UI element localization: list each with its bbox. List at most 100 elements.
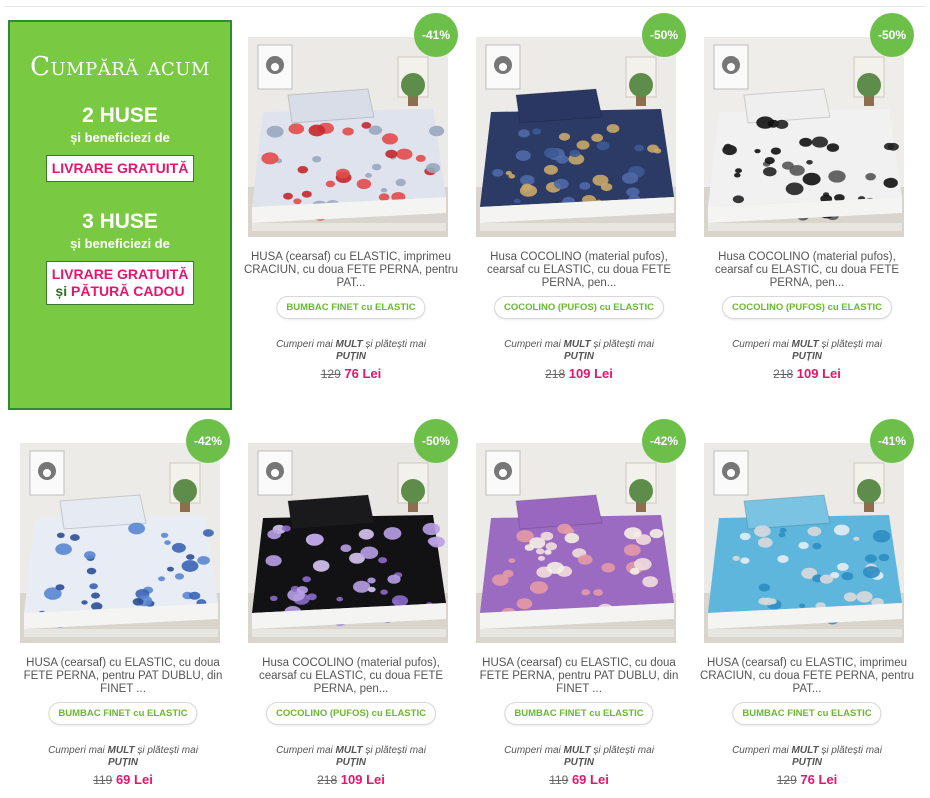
product-image[interactable] [248, 37, 448, 237]
discount-badge: -42% [186, 419, 230, 463]
price: 218 109 Lei [248, 772, 454, 788]
discount-badge: -50% [642, 13, 686, 57]
product-title-link[interactable]: HUSA (cearsaf) cu ELASTIC, imprimeu CRAC… [698, 657, 916, 696]
compare-part-b: MULT [563, 745, 591, 756]
product-title-link[interactable]: HUSA (cearsaf) cu ELASTIC, imprimeu CRAC… [242, 251, 460, 290]
discount-badge: -41% [414, 13, 458, 57]
old-price: 129 [320, 367, 341, 381]
new-price: 76 Lei [800, 772, 838, 787]
promo-compare-text: Cumperi mai MULT și plătești mai PUȚIN [20, 745, 226, 769]
old-price: 218 [545, 367, 566, 381]
compare-part-d: PUȚIN [108, 757, 138, 768]
offer2-pill: LIVRARE GRATUITĂ și PĂTURĂ CADOU [45, 261, 195, 305]
product-card[interactable]: -41% HUSA (cearsaf) cu ELASTIC, imprimeu … [244, 13, 458, 387]
old-price: 119 [93, 773, 113, 787]
discount-badge: -41% [870, 419, 914, 463]
compare-part-a: Cumperi mai [732, 745, 792, 756]
compare-part-a: Cumperi mai [276, 339, 336, 350]
new-price: 109 Lei [796, 366, 841, 381]
material-tag: COCOLINO (PUFOS) cu ELASTIC [266, 702, 436, 725]
material-tag: BUMBAC FINET cu ELASTIC [504, 702, 654, 725]
offer1-subtitle: și beneficiezi de [70, 130, 170, 145]
compare-part-d: PUȚIN [564, 351, 594, 362]
new-price: 76 Lei [344, 366, 382, 381]
price: 218 109 Lei [476, 366, 682, 382]
compare-part-d: PUȚIN [336, 351, 366, 362]
product-card[interactable]: -50% Husa COCOLINO (material pufos), cear… [248, 419, 458, 793]
promo-compare-text: Cumperi mai MULT și plătești mai PUȚIN [248, 339, 454, 363]
offer1-pill: LIVRARE GRATUITĂ [45, 155, 195, 182]
promo-heading: Cumpără acum [30, 52, 210, 82]
offer1-title: 2 HUSE [82, 104, 158, 127]
compare-part-a: Cumperi mai [732, 339, 792, 350]
product-title-link[interactable]: Husa COCOLINO (material pufos), cearsaf … [242, 657, 460, 696]
compare-part-c: și plătești mai [362, 745, 426, 756]
new-price: 109 Lei [568, 366, 613, 381]
promo-compare-text: Cumperi mai MULT și plătești mai PUȚIN [476, 339, 682, 363]
compare-part-b: MULT [335, 339, 363, 350]
offer2-pill-join: și [55, 283, 71, 299]
promo-compare-text: Cumperi mai MULT și plătești mai PUȚIN [704, 339, 910, 363]
product-image[interactable] [704, 443, 904, 643]
offer1-pill-text: LIVRARE GRATUITĂ [51, 160, 189, 176]
compare-part-d: PUȚIN [564, 757, 594, 768]
compare-part-b: MULT [335, 745, 363, 756]
promo-banner[interactable]: Cumpără acum 2 HUSE și beneficiezi de LI… [8, 20, 232, 410]
product-title-link[interactable]: HUSA (cearsaf) cu ELASTIC, cu doua FETE … [14, 657, 232, 696]
new-price: 109 Lei [340, 772, 385, 787]
compare-part-b: MULT [791, 745, 819, 756]
offer2-pill-line2: PĂTURĂ CADOU [71, 283, 185, 299]
compare-part-d: PUȚIN [792, 351, 822, 362]
compare-part-c: și plătești mai [590, 745, 654, 756]
new-price: 69 Lei [115, 772, 153, 787]
product-image[interactable] [248, 443, 448, 643]
price: 119 69 Lei [476, 772, 682, 788]
price: 218 109 Lei [704, 366, 910, 382]
product-image[interactable] [20, 443, 220, 643]
offer2-pill-line1: LIVRARE GRATUITĂ [51, 266, 189, 282]
offer2-title: 3 HUSE [82, 210, 158, 233]
price: 129 76 Lei [704, 772, 910, 788]
promo-compare-text: Cumperi mai MULT și plătești mai PUȚIN [248, 745, 454, 769]
old-price: 218 [773, 367, 794, 381]
compare-part-c: și plătești mai [818, 745, 882, 756]
product-title-link[interactable]: HUSA (cearsaf) cu ELASTIC, cu doua FETE … [470, 657, 688, 696]
compare-part-b: MULT [563, 339, 591, 350]
product-card[interactable]: -50% Husa COCOLINO (material pufos), cear… [476, 13, 686, 387]
product-image[interactable] [476, 443, 676, 643]
product-title-link[interactable]: Husa COCOLINO (material pufos), cearsaf … [698, 251, 916, 290]
compare-part-c: și plătești mai [362, 339, 426, 350]
old-price: 119 [549, 773, 569, 787]
material-tag: BUMBAC FINET cu ELASTIC [48, 702, 198, 725]
price: 119 69 Lei [20, 772, 226, 788]
product-card[interactable]: -42% HUSA (cearsaf) cu ELASTIC, cu doua F… [476, 419, 686, 793]
material-tag: COCOLINO (PUFOS) cu ELASTIC [494, 296, 664, 319]
discount-badge: -42% [642, 419, 686, 463]
material-tag: BUMBAC FINET cu ELASTIC [732, 702, 882, 725]
discount-badge: -50% [414, 419, 458, 463]
price: 129 76 Lei [248, 366, 454, 382]
compare-part-a: Cumperi mai [276, 745, 336, 756]
product-card[interactable]: -42% HUSA (cearsaf) cu ELASTIC, cu doua F… [20, 419, 230, 793]
old-price: 129 [776, 773, 797, 787]
old-price: 218 [317, 773, 338, 787]
product-title-link[interactable]: Husa COCOLINO (material pufos), cearsaf … [470, 251, 688, 290]
compare-part-b: MULT [107, 745, 135, 756]
compare-part-b: MULT [791, 339, 819, 350]
compare-part-d: PUȚIN [336, 757, 366, 768]
top-divider [4, 6, 926, 7]
material-tag: BUMBAC FINET cu ELASTIC [276, 296, 426, 319]
compare-part-d: PUȚIN [792, 757, 822, 768]
product-card[interactable]: -50% Husa COCOLINO (material pufos), cear… [704, 13, 914, 387]
compare-part-c: și plătești mai [818, 339, 882, 350]
compare-part-a: Cumperi mai [48, 745, 108, 756]
material-tag: COCOLINO (PUFOS) cu ELASTIC [722, 296, 892, 319]
discount-badge: -50% [870, 13, 914, 57]
product-image[interactable] [704, 37, 904, 237]
new-price: 69 Lei [571, 772, 609, 787]
compare-part-c: și plătești mai [590, 339, 654, 350]
product-image[interactable] [476, 37, 676, 237]
promo-compare-text: Cumperi mai MULT și plătești mai PUȚIN [704, 745, 910, 769]
product-card[interactable]: -41% HUSA (cearsaf) cu ELASTIC, imprimeu … [700, 419, 914, 793]
promo-compare-text: Cumperi mai MULT și plătești mai PUȚIN [476, 745, 682, 769]
